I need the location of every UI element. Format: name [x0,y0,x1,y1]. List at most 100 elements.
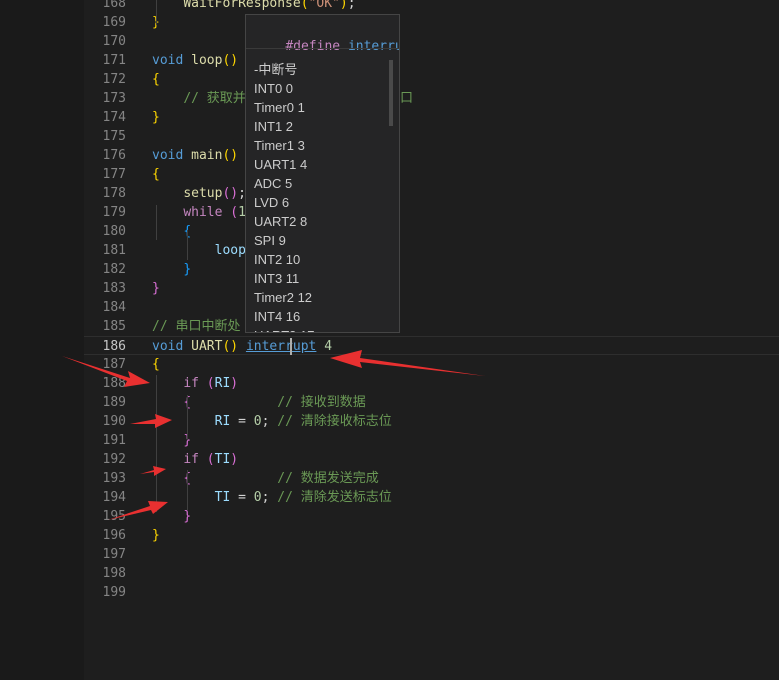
code-line[interactable]: 169} [84,13,779,32]
code-line[interactable]: 172 { [84,70,779,89]
interrupt-entry: -中断号 [254,62,298,77]
line-number: 185 [102,319,126,334]
code-line[interactable]: 180 { [84,222,779,241]
code-line[interactable]: 189 { // 接收到数据 [84,393,779,412]
code-text: { // 数据发送完成 [183,471,379,486]
line-number: 169 [102,15,126,30]
line-number: 182 [102,262,126,277]
indent-guide [187,230,188,260]
indent-guide [156,205,157,240]
code-text: } [152,281,160,296]
hover-interrupt-list: -中断号 INT0 0 Timer0 1 INT1 2 Timer1 3 UART1 4 A… [254,60,314,332]
indent-guide [187,470,188,510]
interrupt-entry: UART2 8 [254,214,308,229]
interrupt-entry: Timer1 3 [254,138,305,153]
code-text: void main() [152,148,239,163]
code-text: } [183,509,192,524]
code-text: setup(); [183,186,246,201]
code-line[interactable]: 175 [84,127,779,146]
code-line[interactable]: 190 RI = 0; // 清除接收标志位 [84,412,779,431]
indent-guide [156,0,157,25]
line-number: 181 [102,243,126,258]
line-number: 194 [102,490,126,505]
code-line[interactable]: 184 [84,298,779,317]
code-editor[interactable]: 168 WaitForResponse("OK");169}170171void… [84,0,779,680]
code-line[interactable]: 195 } [84,507,779,526]
code-line[interactable]: 176 void main() [84,146,779,165]
line-number: 196 [102,528,126,543]
code-line[interactable]: 173 // 获取并 口 [84,89,779,108]
line-number: 197 [102,547,126,562]
line-number: 168 [102,0,126,11]
hover-tooltip: #define interrupt -中断号 INT0 0 Timer0 1 INT1… [245,14,400,333]
interrupt-entry: INT2 10 [254,252,301,267]
line-number: 174 [102,110,126,125]
line-number: 198 [102,566,126,581]
hover-scrollbar[interactable] [389,60,393,126]
code-line[interactable]: 196} [84,526,779,545]
interrupt-entry: INT1 2 [254,119,294,134]
code-line[interactable]: 178 setup(); [84,184,779,203]
line-number: 195 [102,509,126,524]
line-number: 180 [102,224,126,239]
code-text: { [152,72,160,87]
line-number: 170 [102,34,126,49]
code-line[interactable]: 177 { [84,165,779,184]
line-number: 177 [102,167,126,182]
code-line[interactable]: 199 [84,583,779,602]
code-line[interactable]: 185 // 串口中断处 [84,317,779,336]
code-text: { // 接收到数据 [183,395,366,410]
activity-strip [0,0,84,680]
code-line[interactable]: 193 { // 数据发送完成 [84,469,779,488]
line-number: 186 [102,339,126,354]
indent-guide [187,395,188,440]
code-line[interactable]: 198 [84,564,779,583]
line-number: 188 [102,376,126,391]
code-text: { [152,222,191,241]
code-line[interactable]: 194 TI = 0; // 清除发送标志位 [84,488,779,507]
code-text: if (RI) [183,376,239,391]
code-line[interactable]: 171 void loop() [84,51,779,70]
line-number: 189 [102,395,126,410]
interrupt-entry: Timer2 12 [254,290,313,305]
line-number: 173 [102,91,126,106]
code-line[interactable]: 174} [84,108,779,127]
code-text: // 获取并 [183,91,246,106]
code-line[interactable]: 186 void UART() interrupt 4 [84,336,779,355]
code-text: WaitForResponse("OK"); [183,0,356,11]
code-line[interactable]: 191 } [84,431,779,450]
line-number: 176 [102,148,126,163]
interrupt-entry: UART1 4 [254,157,308,172]
indent-guide [156,375,157,512]
line-number: 171 [102,53,126,68]
interrupt-entry: INT0 0 [254,81,294,96]
code-line[interactable]: 197 [84,545,779,564]
define-keyword: #define [285,39,341,54]
text-cursor [290,338,292,355]
line-number: 179 [102,205,126,220]
code-line[interactable]: 188 if (RI) [84,374,779,393]
interrupt-entry: Timer0 1 [254,100,305,115]
code-line[interactable]: 182 } [84,260,779,279]
code-text: } [152,110,160,125]
code-line[interactable]: 168 WaitForResponse("OK"); [84,0,779,13]
code-text: while (1 [183,205,246,220]
line-number: 184 [102,300,126,315]
code-text: { [152,357,160,372]
code-line[interactable]: 187 { [84,355,779,374]
code-line[interactable]: 170 [84,32,779,51]
code-text: void loop() [152,53,239,68]
interrupt-entry: SPI 9 [254,233,286,248]
line-number: 187 [102,357,126,372]
line-number: 199 [102,585,126,600]
code-line[interactable]: 179 while (1 [84,203,779,222]
code-line[interactable]: 192 if (TI) [84,450,779,469]
hover-separator [246,48,399,49]
define-name: interrupt [347,39,399,54]
interrupt-entry: INT4 16 [254,309,301,324]
code-line[interactable]: 183} [84,279,779,298]
code-text: { [152,167,160,182]
line-number: 190 [102,414,126,429]
line-number: 193 [102,471,126,486]
code-line[interactable]: 181 loop [84,241,779,260]
